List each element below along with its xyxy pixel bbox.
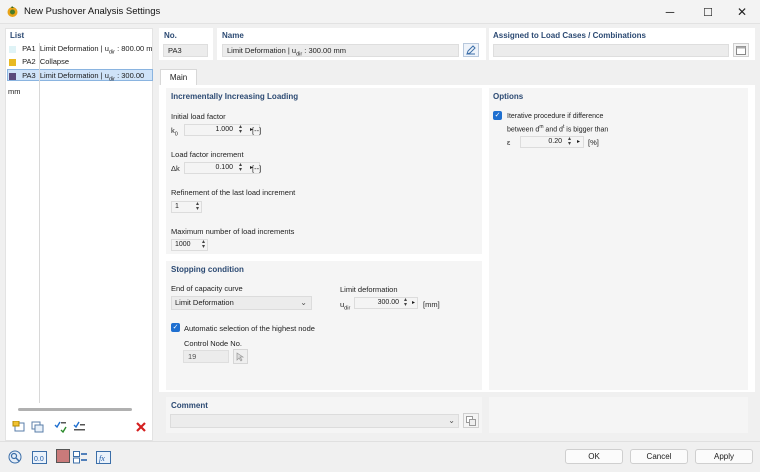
initial-factor-stepper[interactable]: 1.000 ▴ ▾ ▸	[184, 124, 260, 136]
end-curve-label: End of capacity curve	[171, 284, 243, 293]
stepper-arrows-icon[interactable]: ▴ ▾	[404, 297, 407, 308]
max-increments-label: Maximum number of load increments	[171, 227, 295, 236]
svg-text:0.0: 0.0	[34, 456, 44, 463]
color-swatch	[9, 58, 16, 66]
column-divider	[39, 43, 40, 403]
color-icon[interactable]	[55, 449, 71, 463]
limit-deformation-symbol: udir	[340, 300, 351, 312]
stepper-arrows-icon[interactable]: ▴ ▾	[196, 201, 199, 212]
check-all-icon[interactable]	[53, 420, 69, 434]
increment-label: Load factor increment	[171, 150, 244, 159]
increment-stepper[interactable]: 0.100 ▴ ▾ ▸	[184, 162, 260, 174]
chevron-down-icon: ⌄	[448, 416, 455, 425]
apply-button[interactable]: Apply	[695, 449, 753, 464]
initial-factor-symbol: k0	[171, 126, 178, 138]
stepper-arrows-icon[interactable]: ▴ ▾	[239, 162, 242, 173]
copy-icon	[466, 415, 476, 426]
epsilon-symbol: ε	[507, 138, 511, 147]
initial-factor-label: Initial load factor	[171, 112, 226, 121]
minimize-button[interactable]: ─	[652, 0, 688, 24]
chevron-down-icon: ⌄	[300, 298, 307, 307]
refinement-label: Refinement of the last load increment	[171, 188, 296, 197]
control-node-field[interactable]: 19	[183, 350, 229, 363]
number-label: No.	[164, 31, 177, 40]
refinement-stepper[interactable]: 1 ▴ ▾	[171, 201, 202, 213]
tab-main[interactable]: Main	[160, 69, 197, 86]
comment-title: Comment	[171, 401, 208, 410]
stopping-title: Stopping condition	[171, 265, 244, 274]
app-logo-icon	[7, 6, 18, 17]
iterative-label: Iterative procedure if difference betwee…	[507, 113, 609, 134]
list-panel	[5, 28, 153, 441]
horizontal-scrollbar[interactable]	[18, 408, 132, 411]
table-settings-icon[interactable]	[72, 450, 88, 464]
comment-input[interactable]: ⌄	[170, 414, 459, 428]
assigned-field[interactable]	[493, 44, 729, 57]
control-node-label: Control Node No.	[184, 339, 242, 348]
copy-item-icon[interactable]	[30, 420, 46, 434]
color-swatch	[9, 72, 16, 80]
limit-deformation-stepper[interactable]: 300.00 ▴ ▾ ▸	[354, 297, 418, 309]
select-window-icon	[736, 45, 746, 55]
increment-unit: [--]	[252, 164, 262, 173]
edit-pencil-icon	[466, 45, 476, 55]
comment-copy-button[interactable]	[463, 413, 479, 428]
initial-factor-unit: [--]	[252, 126, 262, 135]
stepper-arrows-icon[interactable]: ▴ ▾	[239, 124, 242, 135]
name-field[interactable]: Limit Deformation | udir : 300.00 mm	[222, 44, 459, 58]
number-field[interactable]: PA3	[163, 44, 208, 57]
delete-icon[interactable]	[133, 420, 149, 434]
assigned-label: Assigned to Load Cases / Combinations	[493, 31, 646, 40]
stepper-arrows-icon[interactable]: ▴ ▾	[202, 239, 205, 250]
units-icon[interactable]: 0.0	[31, 450, 47, 464]
epsilon-unit: [%]	[588, 138, 599, 147]
auto-highest-node-label: Automatic selection of the highest node	[184, 324, 315, 333]
comment-side-area	[489, 397, 748, 433]
help-icon[interactable]	[7, 450, 23, 464]
list-item[interactable]: PA2 Collapse	[7, 56, 153, 68]
limit-deformation-label: Limit deformation	[340, 285, 398, 294]
stepper-arrows-icon[interactable]: ▴ ▾	[568, 136, 571, 147]
increment-symbol: Δk	[171, 164, 180, 173]
svg-text:fx: fx	[99, 454, 105, 463]
stepper-right-icon[interactable]: ▸	[412, 298, 415, 308]
add-item-icon[interactable]	[11, 420, 27, 434]
ok-button[interactable]: OK	[565, 449, 623, 464]
max-increments-stepper[interactable]: 1000 ▴ ▾	[171, 239, 208, 251]
edit-name-button[interactable]	[463, 43, 479, 57]
cancel-button[interactable]: Cancel	[630, 449, 688, 464]
list-header: List	[10, 31, 25, 40]
maximize-button[interactable]: ☐	[690, 0, 726, 24]
stepper-right-icon[interactable]: ▸	[577, 137, 580, 147]
epsilon-stepper[interactable]: 0.20 ▴ ▾ ▸	[520, 136, 584, 148]
close-button[interactable]: ✕	[724, 0, 760, 24]
pick-node-button[interactable]	[233, 349, 248, 364]
pick-cursor-icon	[236, 351, 245, 362]
name-label: Name	[222, 31, 244, 40]
options-title: Options	[493, 92, 524, 101]
uncheck-all-icon[interactable]	[72, 420, 88, 434]
list-item-selected[interactable]: PA3 Limit Deformation | udir : 300.00 mm	[7, 69, 153, 96]
loading-title: Incrementally Increasing Loading	[171, 92, 299, 101]
window-title: New Pushover Analysis Settings	[24, 6, 161, 17]
function-icon[interactable]: fx	[95, 450, 111, 464]
auto-highest-node-checkbox[interactable]: ✓	[171, 323, 180, 332]
iterative-checkbox[interactable]: ✓	[493, 111, 502, 120]
assign-select-button[interactable]	[733, 43, 749, 57]
end-curve-select[interactable]: Limit Deformation ⌄	[171, 296, 312, 310]
title-bar: New Pushover Analysis Settings ─ ☐ ✕	[0, 0, 760, 24]
list-item[interactable]: PA1 Limit Deformation | udir : 800.00 m	[7, 43, 153, 56]
color-swatch	[9, 45, 16, 53]
limit-deformation-unit: [mm]	[423, 300, 440, 309]
